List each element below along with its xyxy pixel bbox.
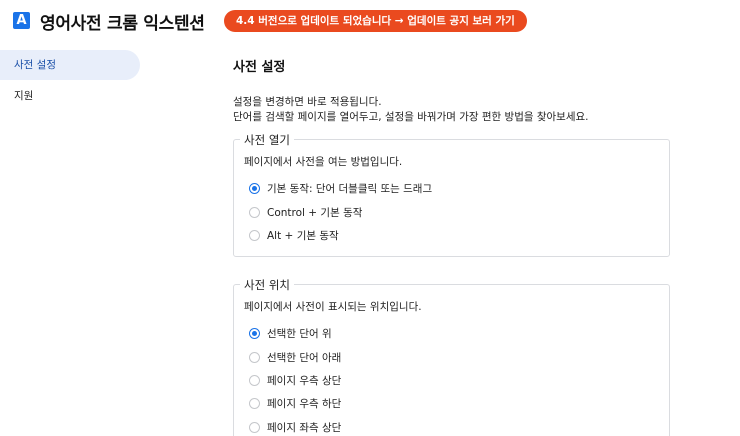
description-line: 단어를 검색할 페이지를 열어두고, 설정을 바꿔가며 가장 편한 방법을 찾아… [233, 111, 589, 123]
sidebar-item-support[interactable]: 지원 [0, 81, 140, 111]
app-logo-icon: A [13, 12, 30, 29]
radio-option-default-action[interactable]: 기본 동작: 단어 더블클릭 또는 드래그 [244, 177, 659, 200]
radio-label: 선택한 단어 위 [267, 328, 332, 341]
radio-option-above-word[interactable]: 선택한 단어 위 [244, 322, 659, 345]
main-content: 사전 설정 설정을 변경하면 바로 적용됩니다. 단어를 검색할 페이지를 열어… [233, 56, 673, 436]
radio-label: 선택한 단어 아래 [267, 351, 342, 364]
open-dictionary-group: 사전 열기 페이지에서 사전을 여는 방법입니다. 기본 동작: 단어 더블클릭… [233, 132, 670, 257]
page-description: 설정을 변경하면 바로 적용됩니다. 단어를 검색할 페이지를 열어두고, 설정… [233, 95, 673, 125]
radio-button[interactable] [249, 229, 260, 241]
radio-label: 기본 동작: 단어 더블클릭 또는 드래그 [267, 183, 433, 196]
app-title: 영어사전 크롬 익스텐션 [40, 14, 205, 34]
update-notice-link[interactable]: 4.4 버전으로 업데이트 되었습니다 → 업데이트 공지 보러 가기 [224, 10, 527, 32]
header: A 영어사전 크롬 익스텐션 4.4 버전으로 업데이트 되었습니다 → 업데이… [0, 0, 740, 42]
radio-option-control-action[interactable]: Control + 기본 동작 [244, 200, 659, 223]
radio-button-checked[interactable] [249, 183, 260, 195]
radio-label: 페이지 좌측 상단 [267, 421, 342, 434]
open-dictionary-description: 페이지에서 사전을 여는 방법입니다. [244, 156, 403, 168]
open-dictionary-legend: 사전 열기 [240, 132, 294, 148]
sidebar-item-dictionary-settings[interactable]: 사전 설정 [0, 50, 140, 80]
radio-label: 페이지 우측 상단 [267, 374, 342, 387]
dictionary-position-legend: 사전 위치 [240, 277, 294, 293]
sidebar: 사전 설정 지원 [0, 50, 140, 111]
radio-button[interactable] [249, 421, 260, 433]
radio-label: 페이지 우측 하단 [267, 398, 342, 411]
radio-button-checked[interactable] [249, 328, 260, 340]
radio-option-bottom-right[interactable]: 페이지 우측 하단 [244, 392, 659, 415]
radio-option-top-right[interactable]: 페이지 우측 상단 [244, 369, 659, 392]
radio-button[interactable] [249, 206, 260, 218]
dictionary-position-group: 사전 위치 페이지에서 사전이 표시되는 위치입니다. 선택한 단어 위 선택한… [233, 277, 670, 436]
radio-option-alt-action[interactable]: Alt + 기본 동작 [244, 224, 659, 247]
radio-option-below-word[interactable]: 선택한 단어 아래 [244, 345, 659, 368]
radio-button[interactable] [249, 351, 260, 363]
radio-button[interactable] [249, 374, 260, 386]
description-line: 설정을 변경하면 바로 적용됩니다. [233, 96, 382, 108]
radio-option-top-left[interactable]: 페이지 좌측 상단 [244, 416, 659, 436]
page-title: 사전 설정 [233, 60, 286, 75]
dictionary-position-description: 페이지에서 사전이 표시되는 위치입니다. [244, 301, 422, 313]
radio-label: Control + 기본 동작 [267, 206, 363, 219]
radio-label: Alt + 기본 동작 [267, 229, 339, 242]
radio-button[interactable] [249, 398, 260, 410]
